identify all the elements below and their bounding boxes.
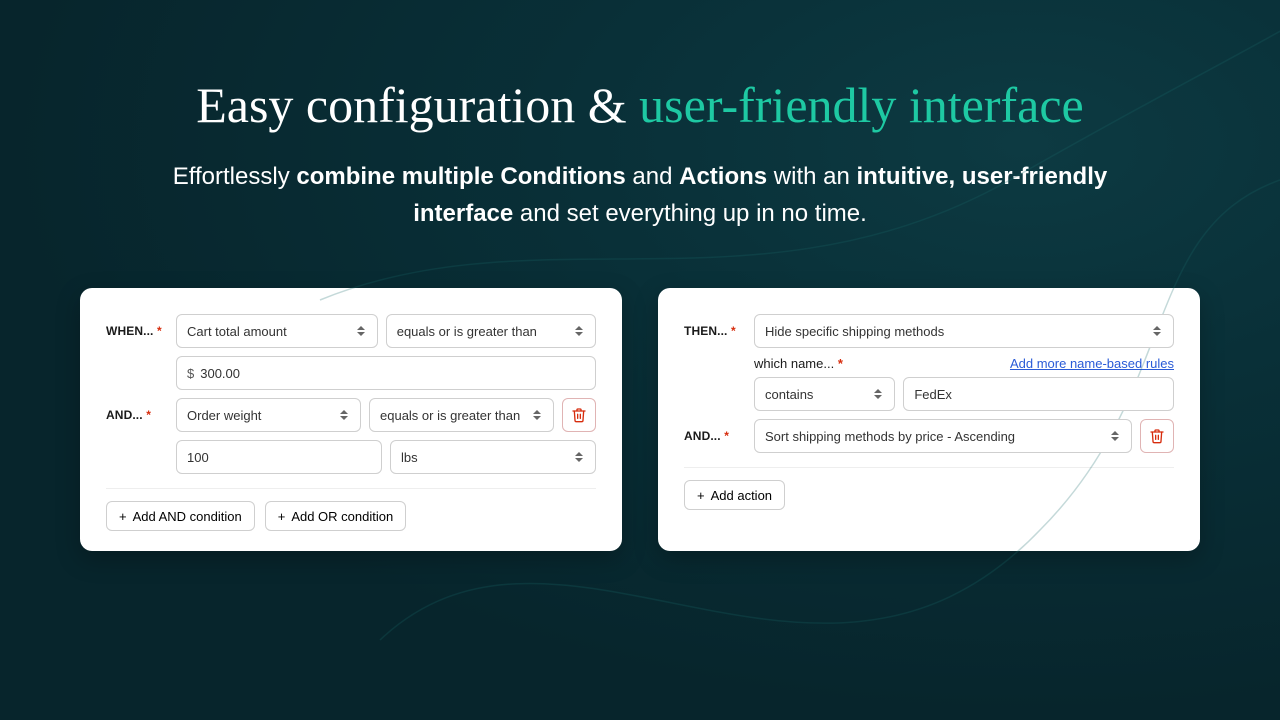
delete-action-button[interactable] (1140, 419, 1174, 453)
divider (106, 488, 596, 489)
and-value-input[interactable]: 100 (176, 440, 382, 474)
and-value-row: 100 lbs (106, 440, 596, 474)
when-operator-select[interactable]: equals or is greater than (386, 314, 596, 348)
action-buttons: + Add action (684, 480, 1174, 510)
then-row: THEN... * Hide specific shipping methods (684, 314, 1174, 348)
when-value-input[interactable]: $ 300.00 (176, 356, 596, 390)
trash-icon (1149, 428, 1165, 444)
title-plain: Easy configuration & (196, 77, 639, 133)
name-value-input[interactable]: FedEx (903, 377, 1174, 411)
name-operator-select[interactable]: contains (754, 377, 895, 411)
which-name-label: which name... * (754, 356, 843, 371)
trash-icon (571, 407, 587, 423)
stepper-icon (573, 449, 585, 465)
stepper-icon (1109, 428, 1121, 444)
name-rule-row: contains FedEx (684, 377, 1174, 411)
stepper-icon (1151, 323, 1163, 339)
stepper-icon (573, 323, 585, 339)
plus-icon: + (278, 509, 286, 524)
page-title: Easy configuration & user-friendly inter… (0, 0, 1280, 134)
stepper-icon (355, 323, 367, 339)
and-unit-select[interactable]: lbs (390, 440, 596, 474)
when-field-select[interactable]: Cart total amount (176, 314, 378, 348)
plus-icon: + (697, 488, 705, 503)
add-name-rules-link[interactable]: Add more name-based rules (1010, 356, 1174, 371)
delete-condition-button[interactable] (562, 398, 596, 432)
and-operator-select[interactable]: equals or is greater than (369, 398, 554, 432)
condition-buttons: + Add AND condition + Add OR condition (106, 501, 596, 531)
actions-card: THEN... * Hide specific shipping methods… (658, 288, 1200, 551)
and-action-row: AND... * Sort shipping methods by price … (684, 419, 1174, 453)
then-label: THEN... * (684, 324, 746, 338)
stepper-icon (338, 407, 350, 423)
conditions-card: WHEN... * Cart total amount equals or is… (80, 288, 622, 551)
plus-icon: + (119, 509, 127, 524)
divider (684, 467, 1174, 468)
which-name-row: which name... * Add more name-based rule… (754, 356, 1174, 371)
and-field-select[interactable]: Order weight (176, 398, 361, 432)
when-value-row: $ 300.00 (106, 356, 596, 390)
add-action-button[interactable]: + Add action (684, 480, 785, 510)
stepper-icon (872, 386, 884, 402)
and-action-label: AND... * (684, 429, 746, 443)
and-label: AND... * (106, 408, 168, 422)
when-label: WHEN... * (106, 324, 168, 338)
then-action-select[interactable]: Hide specific shipping methods (754, 314, 1174, 348)
when-row: WHEN... * Cart total amount equals or is… (106, 314, 596, 348)
stepper-icon (531, 407, 543, 423)
add-and-condition-button[interactable]: + Add AND condition (106, 501, 255, 531)
currency-prefix: $ (187, 366, 194, 381)
and-row: AND... * Order weight equals or is great… (106, 398, 596, 432)
and-action-select[interactable]: Sort shipping methods by price - Ascendi… (754, 419, 1132, 453)
page-subtitle: Effortlessly combine multiple Conditions… (140, 158, 1140, 232)
title-accent: user-friendly interface (639, 77, 1084, 133)
add-or-condition-button[interactable]: + Add OR condition (265, 501, 407, 531)
